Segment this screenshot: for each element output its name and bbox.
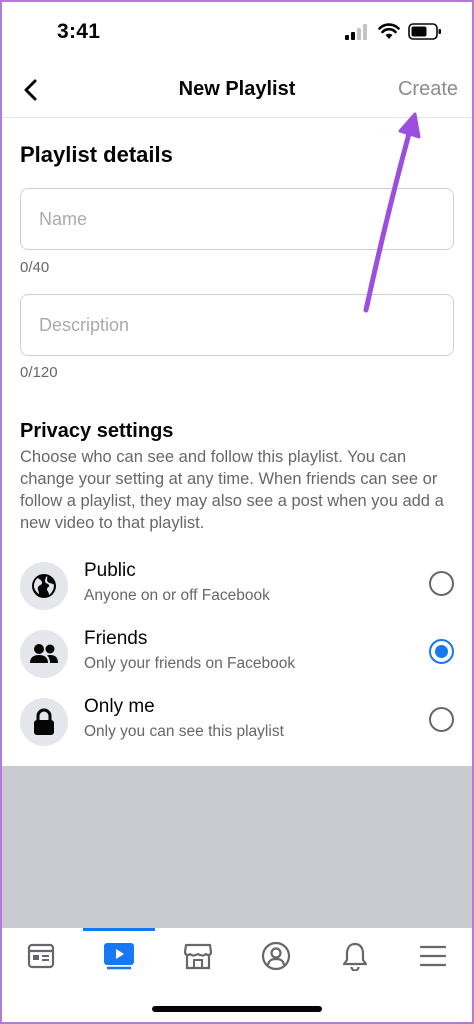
privacy-option-friends[interactable]: Friends Only your friends on Facebook [0,622,474,688]
profile-icon[interactable] [239,928,313,984]
friends-icon [20,630,68,678]
empty-overlay-area [0,766,474,928]
option-sublabel: Only you can see this playlist [84,723,284,740]
option-sublabel: Anyone on or off Facebook [84,587,270,604]
privacy-option-only-me[interactable]: Only me Only you can see this playlist [0,690,474,756]
description-char-counter: 0/120 [20,364,58,381]
lock-icon [20,698,68,746]
news-feed-icon[interactable] [4,928,78,984]
wifi-icon [378,23,400,39]
friends-radio[interactable] [429,639,454,664]
option-label: Friends [84,628,148,649]
option-label: Public [84,560,136,581]
description-input[interactable] [20,294,454,356]
name-input[interactable] [20,188,454,250]
notifications-icon[interactable] [318,928,392,984]
option-label: Only me [84,696,155,717]
privacy-description: Choose who can see and follow this playl… [20,448,444,532]
public-radio[interactable] [429,571,454,596]
signal-icon [345,24,367,40]
globe-icon [20,562,68,610]
option-sublabel: Only your friends on Facebook [84,655,296,672]
privacy-settings-heading: Privacy settings [20,420,174,442]
battery-icon [408,23,441,40]
create-button[interactable]: Create [398,78,458,101]
status-time: 3:41 [57,20,101,43]
playlist-details-heading: Playlist details [20,142,173,167]
name-char-counter: 0/40 [20,259,50,276]
navigation-header: New Playlist Create [0,64,474,118]
menu-icon[interactable] [396,928,470,984]
privacy-option-public[interactable]: Public Anyone on or off Facebook [0,554,474,620]
only-me-radio[interactable] [429,707,454,732]
home-indicator [152,1006,322,1012]
status-bar: 3:41 [0,0,474,64]
watch-icon[interactable] [82,928,156,984]
marketplace-icon[interactable] [161,928,235,984]
